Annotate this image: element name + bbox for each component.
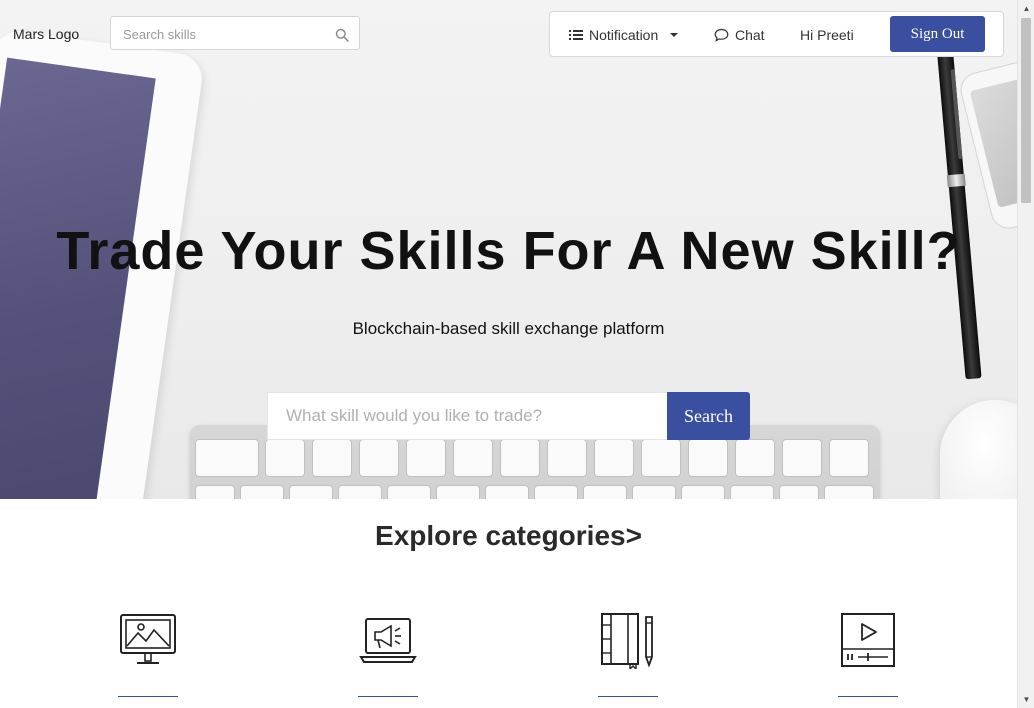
keyboard-key [547, 439, 587, 477]
scroll-down-arrow-icon[interactable]: ▼ [1018, 691, 1034, 708]
keyboard-key [782, 439, 822, 477]
category-underline[interactable] [118, 696, 178, 697]
keyboard-key [594, 439, 634, 477]
keyboard-key [406, 439, 446, 477]
keyboard-key [289, 485, 333, 499]
category-underline[interactable] [598, 696, 658, 697]
keyboard-key [688, 439, 728, 477]
hero-title: Trade Your Skills For A New Skill? [56, 221, 961, 281]
category-underline[interactable] [358, 696, 418, 697]
laptop-megaphone-icon[interactable] [359, 611, 417, 669]
chat-link[interactable]: Chat [714, 25, 765, 45]
video-player-icon[interactable] [839, 611, 897, 669]
keyboard-key [829, 439, 869, 477]
header-search-box[interactable] [110, 16, 360, 50]
caret-down-icon [670, 33, 679, 37]
notification-dropdown[interactable]: Notification [569, 25, 680, 45]
keyboard-key [632, 485, 676, 499]
keyboard-key [583, 485, 627, 499]
keyboard-key [359, 439, 399, 477]
scroll-up-arrow-icon[interactable]: ▲ [1018, 0, 1034, 17]
chat-bubble-icon [714, 28, 729, 42]
chat-label: Chat [735, 27, 765, 43]
keyboard-key [265, 439, 305, 477]
keyboard-key [735, 439, 775, 477]
skill-search-input[interactable] [267, 392, 667, 440]
keyboard-key [485, 485, 529, 499]
skill-search-button[interactable]: Search [667, 392, 750, 440]
keyboard-key [534, 485, 578, 499]
sign-out-button[interactable]: Sign Out [890, 16, 985, 52]
keyboard-key [453, 439, 493, 477]
hero-subtitle: Blockchain-based skill exchange platform [352, 319, 665, 338]
notebook-pencil-icon[interactable] [599, 611, 657, 669]
header-search-input[interactable] [123, 25, 333, 43]
keyboard-key [641, 439, 681, 477]
keyboard-key [312, 439, 352, 477]
scrollbar-thumb[interactable] [1021, 18, 1031, 203]
keyboard-key [338, 485, 382, 499]
keyboard-key [824, 485, 874, 499]
user-nav-bar: Notification Chat Hi Preeti Sign Out [549, 11, 1004, 57]
keyboard-key [500, 439, 540, 477]
notification-label: Notification [589, 27, 659, 43]
site-logo[interactable]: Mars Logo [13, 26, 79, 42]
keyboard-key [436, 485, 480, 499]
keyboard-key [779, 485, 819, 499]
mouse-image [940, 400, 1017, 499]
keyboard-key [195, 485, 235, 499]
category-underline[interactable] [838, 696, 898, 697]
keyboard-key [387, 485, 431, 499]
keyboard-key [240, 485, 284, 499]
hero-search-form: Search [267, 392, 750, 440]
keyboard-key [730, 485, 774, 499]
keyboard-key [195, 439, 259, 477]
list-icon [569, 30, 583, 40]
keyboard-key [681, 485, 725, 499]
user-greeting[interactable]: Hi Preeti [800, 25, 854, 45]
search-icon[interactable] [335, 28, 349, 42]
page-scrollbar[interactable]: ▲ ▼ [1017, 0, 1034, 708]
monitor-image-icon[interactable] [119, 611, 177, 669]
pen-band [946, 173, 966, 188]
phone-screen [969, 75, 1017, 208]
explore-categories-heading[interactable]: Explore categories> [0, 520, 1017, 552]
